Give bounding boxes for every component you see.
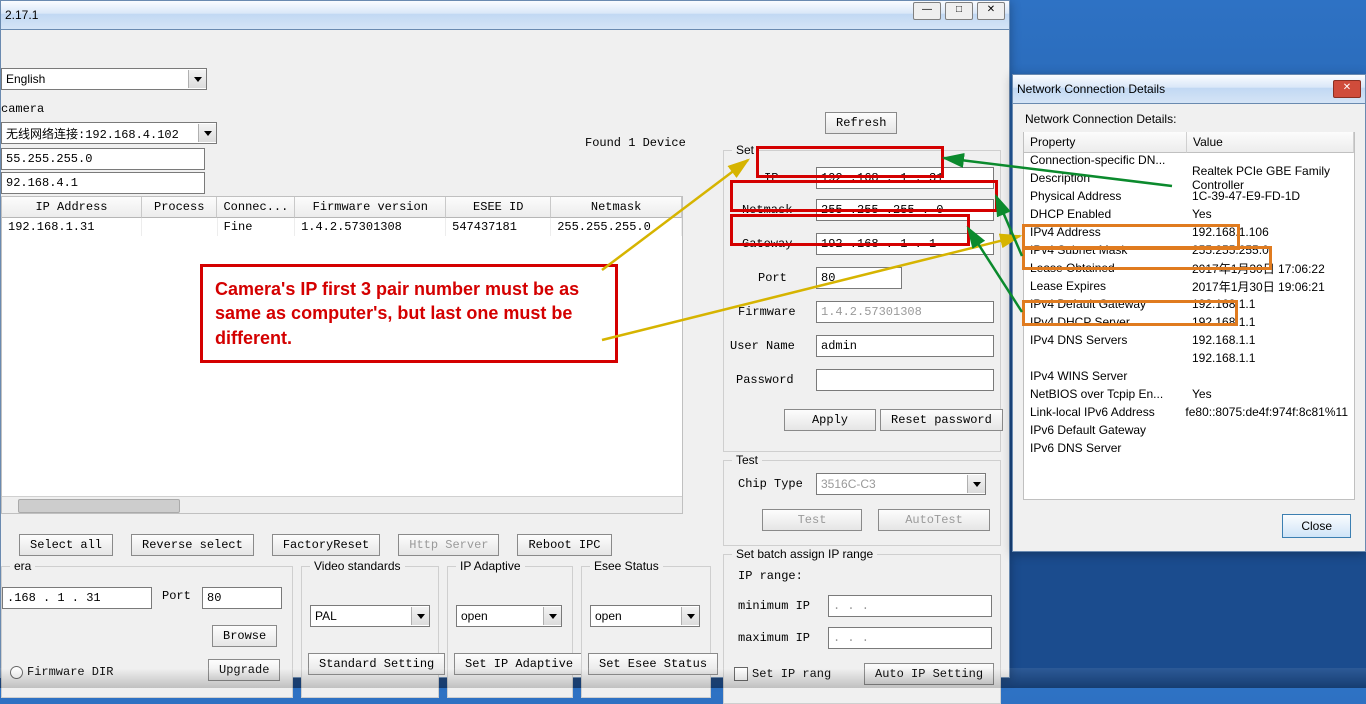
details-row: IPv6 DNS Server [1024,439,1354,457]
details-row: DescriptionRealtek PCIe GBE Family Contr… [1024,169,1354,187]
set-username-input[interactable]: admin [816,335,994,357]
reverse-select-button[interactable]: Reverse select [131,534,254,556]
chevron-down-icon[interactable] [188,70,206,88]
chip-type-combo[interactable]: 3516C-C3 [816,473,986,495]
factory-reset-button[interactable]: FactoryReset [272,534,380,556]
table-row[interactable]: 192.168.1.31 Fine 1.4.2.57301308 5474371… [2,218,682,236]
details-row: IPv4 DNS Servers192.168.1.1 [1024,331,1354,349]
details-table: Property Value Connection-specific DN...… [1023,132,1355,500]
nic-combo[interactable]: 无线网络连接:192.168.4.102 [1,122,217,144]
era-port[interactable]: 80 [202,587,282,609]
details-row: DHCP EnabledYes [1024,205,1354,223]
details-row: Lease Obtained2017年1月30日 17:06:22 [1024,259,1354,277]
select-all-button[interactable]: Select all [19,534,113,556]
details-row: IPv4 DHCP Server192.168.1.1 [1024,313,1354,331]
test-button: Test [762,509,862,531]
details-row: 192.168.1.1 [1024,349,1354,367]
details-row: IPv4 Subnet Mask255.255.255.0 [1024,241,1354,259]
window-close-button[interactable]: ✕ [977,2,1005,20]
close-button[interactable]: Close [1282,514,1351,538]
chevron-down-icon[interactable] [967,475,985,493]
details-row: NetBIOS over Tcpip En...Yes [1024,385,1354,403]
details-subtitle: Network Connection Details: [1025,112,1176,126]
video-std-combo[interactable]: PAL [310,605,430,627]
network-details-window: Network Connection Details ✕ Network Con… [1012,74,1366,552]
set-netmask-input[interactable]: 255 .255 .255 . 0 [816,199,994,221]
http-server-button: Http Server [398,534,499,556]
details-row: IPv4 Default Gateway192.168.1.1 [1024,295,1354,313]
maximum-ip-input[interactable]: . . . [828,627,992,649]
ip-adaptive-combo[interactable]: open [456,605,562,627]
chevron-down-icon[interactable] [543,607,561,625]
details-table-header: Property Value [1024,133,1354,151]
details-titlebar[interactable]: Network Connection Details ✕ [1013,75,1365,104]
browse-button[interactable]: Browse [212,625,277,647]
taskbar[interactable] [0,668,1366,688]
instruction-callout: Camera's IP first 3 pair number must be … [200,264,618,363]
chevron-down-icon[interactable] [681,607,699,625]
details-row: IPv6 Default Gateway [1024,421,1354,439]
reset-password-button[interactable]: Reset password [880,409,1003,431]
set-password-input[interactable] [816,369,994,391]
found-device-label: Found 1 Device [585,136,686,150]
main-title: 2.17.1 [5,8,1005,22]
minimize-button[interactable]: — [913,2,941,20]
set-ip-input[interactable]: 192 .168 . 1 . 31 [816,167,994,189]
camera-groupbox: camera [1,102,44,116]
details-row: Lease Expires2017年1月30日 19:06:21 [1024,277,1354,295]
reboot-ipc-button[interactable]: Reboot IPC [517,534,611,556]
set-firmware: 1.4.2.57301308 [816,301,994,323]
minimum-ip-input[interactable]: . . . [828,595,992,617]
set-port-input[interactable]: 80 [816,267,902,289]
esee-combo[interactable]: open [590,605,700,627]
era-ip[interactable]: .168 . 1 . 31 [2,587,152,609]
table-header: IP Address Process Connec... Firmware ve… [2,197,682,218]
refresh-button[interactable]: Refresh [825,112,897,134]
details-row: Physical Address1C-39-47-E9-FD-1D [1024,187,1354,205]
details-row: Link-local IPv6 Addressfe80::8075:de4f:9… [1024,403,1354,421]
local-netmask: 55.255.255.0 [1,148,205,170]
details-row: IPv4 WINS Server [1024,367,1354,385]
local-gateway: 92.168.4.1 [1,172,205,194]
table-scroll-h[interactable] [2,496,682,513]
main-titlebar[interactable]: 2.17.1 [1,1,1009,30]
language-combo[interactable]: English [1,68,207,90]
chevron-down-icon[interactable] [198,124,216,142]
apply-button[interactable]: Apply [784,409,876,431]
details-row: IPv4 Address192.168.1.106 [1024,223,1354,241]
chevron-down-icon[interactable] [411,607,429,625]
autotest-button: AutoTest [878,509,990,531]
details-close-button[interactable]: ✕ [1333,80,1361,98]
test-group: Test Chip Type 3516C-C3 Test AutoTest [723,460,1001,546]
maximize-button[interactable]: □ [945,2,973,20]
set-group: Set IP 192 .168 . 1 . 31 Netmask 255 .25… [723,150,1001,452]
set-gateway-input[interactable]: 192 .168 . 1 . 1 [816,233,994,255]
